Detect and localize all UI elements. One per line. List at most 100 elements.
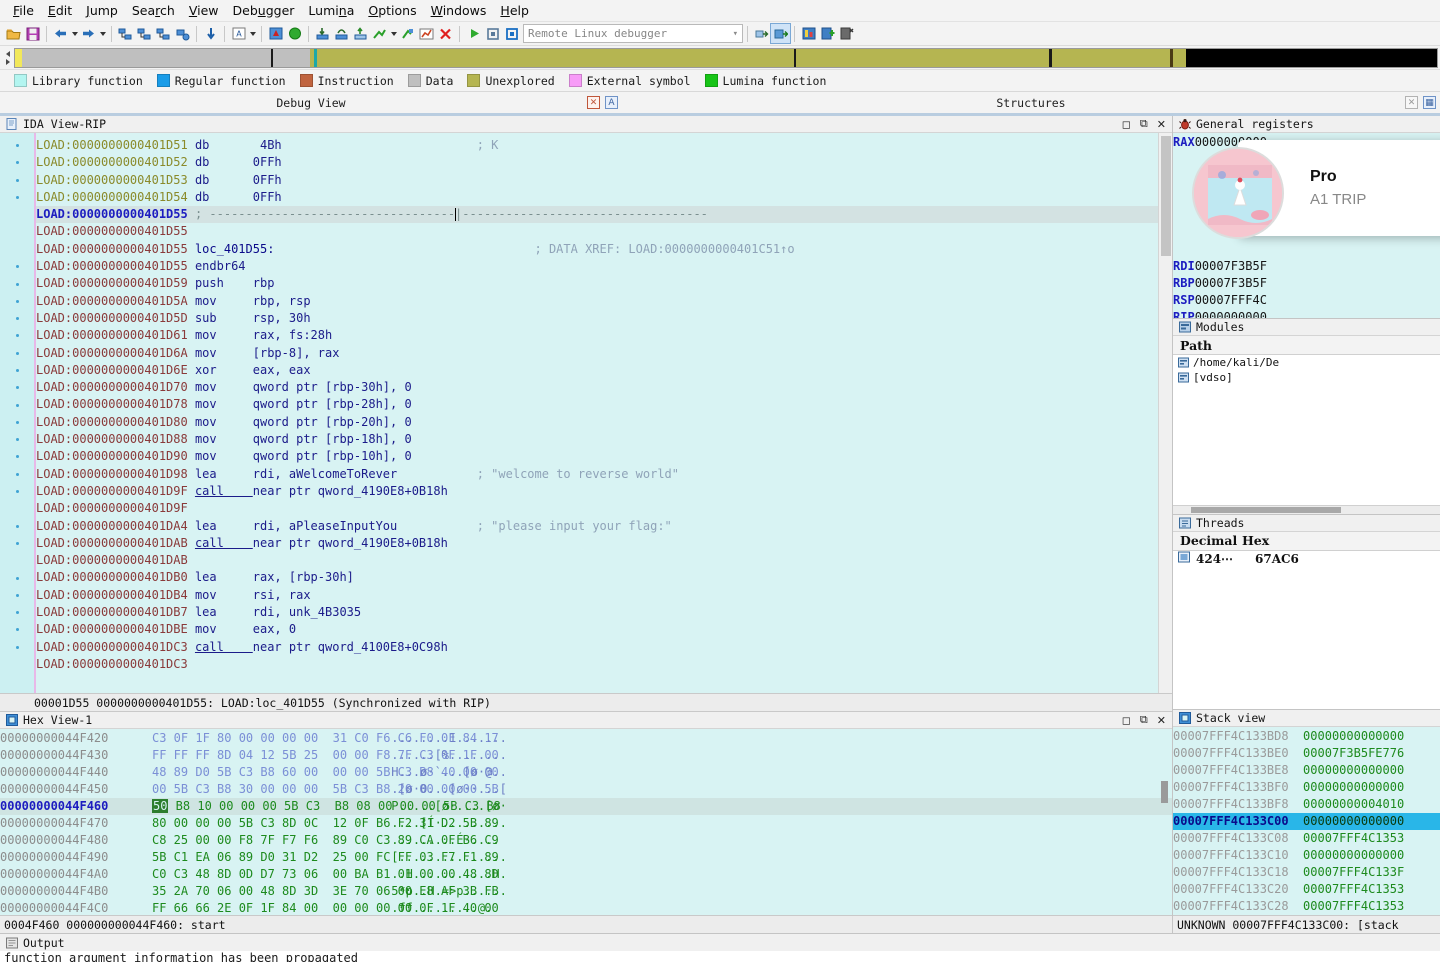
navband-segment[interactable] bbox=[796, 48, 1050, 67]
disasm-operands[interactable]: qword ptr [rbp-28h], 0 bbox=[253, 397, 477, 411]
hex-bytes[interactable]: FF FF FF 8D 04 12 5B 25 00 00 F8 7F C3 0… bbox=[152, 747, 499, 764]
hex-row[interactable]: 00000000044F4B0 35 2A 70 06 00 48 8D 3D 3… bbox=[0, 883, 1172, 900]
graph-icon-1[interactable] bbox=[116, 24, 135, 43]
stop-square-icon[interactable] bbox=[502, 24, 521, 43]
register-row[interactable]: RSP00007FFF4C bbox=[1173, 292, 1440, 309]
register-value[interactable]: 00007FFF4C bbox=[1195, 293, 1267, 307]
text-mode-dropdown-icon[interactable] bbox=[248, 24, 257, 43]
stack-row[interactable]: 00007FFF4C133BE8 00000000000000 bbox=[1173, 762, 1440, 779]
hex-scrollbar[interactable] bbox=[1161, 781, 1168, 803]
disasm-line[interactable]: LOAD:0000000000401DB4 mov rsi, rax bbox=[36, 587, 1172, 604]
stack-value[interactable]: 00000000004010 bbox=[1303, 797, 1404, 811]
restore-icon[interactable]: ◻ bbox=[1122, 118, 1131, 131]
disasm-line[interactable]: LOAD:0000000000401D55 loc_401D55: ; DATA… bbox=[36, 241, 1172, 258]
modules-hscrollbar[interactable] bbox=[1173, 504, 1440, 514]
stack-value[interactable]: 00000000000000 bbox=[1303, 848, 1404, 862]
hex-bytes[interactable]: 00 5B C3 B8 30 00 00 00 5B C3 B8 20 00 0… bbox=[152, 781, 499, 798]
register-value[interactable]: 00007F3B5F bbox=[1195, 276, 1267, 290]
disasm-line[interactable]: LOAD:0000000000401D88 mov qword ptr [rbp… bbox=[36, 431, 1172, 448]
stack-value[interactable]: 00007F3B5FE776 bbox=[1303, 746, 1404, 760]
play-icon[interactable] bbox=[464, 24, 483, 43]
hex-lines[interactable]: 00000000044F420 C3 0F 1F 80 00 00 00 00 3… bbox=[0, 729, 1172, 915]
menu-item-lumina[interactable]: Lumina bbox=[301, 1, 361, 20]
pause-icon[interactable] bbox=[483, 24, 502, 43]
threads-column-header[interactable]: Decimal Hex bbox=[1173, 531, 1440, 551]
stack-row[interactable]: 00007FFF4C133BE0 00007F3B5FE776 bbox=[1173, 745, 1440, 762]
disasm-operands[interactable]: 0FFh bbox=[253, 155, 477, 169]
disasm-operands[interactable]: rax, fs:28h bbox=[253, 328, 477, 342]
menu-item-file[interactable]: File bbox=[6, 1, 41, 20]
stack-row[interactable]: 00007FFF4C133BF8 00000000004010 bbox=[1173, 796, 1440, 813]
hex-row[interactable]: 00000000044F450 00 5B C3 B8 30 00 00 00 5… bbox=[0, 781, 1172, 798]
disasm-operands[interactable]: [rbp-8], rax bbox=[253, 346, 477, 360]
hex-row[interactable]: 00000000044F470 80 00 00 00 5B C3 8D 0C 1… bbox=[0, 815, 1172, 832]
disasm-operands[interactable]: rsi, rax bbox=[253, 588, 477, 602]
hex-bytes[interactable]: FF 66 66 2E 0F 1F 84 00 00 00 00 00 0F 1… bbox=[152, 900, 499, 915]
hex-bytes[interactable]: C0 C3 48 8D 0D D7 73 06 00 BA B1 01 00 0… bbox=[152, 866, 499, 883]
struct-icon-1[interactable] bbox=[799, 24, 818, 43]
disasm-operands[interactable]: rdi, aWelcomeToRever bbox=[253, 467, 477, 481]
navband-segment[interactable] bbox=[273, 48, 311, 67]
disasm-operands[interactable]: rdi, aPleaseInputYou bbox=[253, 519, 477, 533]
structures-icon[interactable]: ▦ bbox=[1423, 96, 1436, 109]
stack-lines[interactable]: 00007FFF4C133BD8 00000000000000 00007FFF4… bbox=[1173, 727, 1440, 915]
disasm-line[interactable]: LOAD:0000000000401D9F call near ptr qwor… bbox=[36, 483, 1172, 500]
disasm-line[interactable]: LOAD:0000000000401DBE mov eax, 0 bbox=[36, 621, 1172, 638]
debugger-select[interactable]: Remote Linux debugger ▾ bbox=[523, 24, 743, 43]
menu-item-options[interactable]: Options bbox=[361, 1, 423, 20]
close-icon[interactable]: ✕ bbox=[1405, 96, 1418, 109]
hex-row[interactable]: 00000000044F440 48 89 D0 5B C3 B8 60 00 0… bbox=[0, 764, 1172, 781]
stack-row[interactable]: 00007FFF4C133C00 00000000000000 bbox=[1173, 813, 1440, 830]
modules-column-header[interactable]: Path bbox=[1173, 336, 1440, 355]
hex-row[interactable]: 00000000044F490 5B C1 EA 06 89 D0 31 D2 2… bbox=[0, 849, 1172, 866]
chart-icon[interactable] bbox=[417, 24, 436, 43]
module-row[interactable]: [vdso] bbox=[1173, 370, 1440, 385]
hex-bytes[interactable]: C8 25 00 00 F8 7F F7 F6 89 C0 C3 89 CA 0… bbox=[152, 832, 499, 849]
stack-row[interactable]: 00007FFF4C133C28 00007FFF4C1353 bbox=[1173, 898, 1440, 915]
disasm-line[interactable]: LOAD:0000000000401D9F bbox=[36, 500, 1172, 517]
back-dropdown-icon[interactable] bbox=[70, 24, 79, 43]
step-over-icon[interactable] bbox=[332, 24, 351, 43]
disasm-line[interactable]: LOAD:0000000000401D55 ; ----------------… bbox=[36, 206, 1172, 224]
hex-bytes[interactable]: 5B C1 EA 06 89 D0 31 D2 25 00 FC FF 03 F… bbox=[152, 849, 499, 866]
stack-value[interactable]: 00007FFF4C1353 bbox=[1303, 899, 1404, 913]
disasm-line[interactable]: LOAD:0000000000401D51 db 4Bh ; K bbox=[36, 137, 1172, 154]
disasm-operands[interactable]: 4Bh bbox=[253, 138, 477, 152]
navband-right-arrow-icon[interactable] bbox=[6, 58, 10, 65]
disasm-operands[interactable]: near ptr qword_4190E8+0B18h bbox=[253, 536, 477, 550]
navband-segment[interactable] bbox=[1185, 48, 1437, 67]
navband-segment[interactable] bbox=[15, 48, 23, 67]
attach-icon[interactable] bbox=[398, 24, 417, 43]
struct-icon-3[interactable] bbox=[837, 24, 856, 43]
disasm-line[interactable]: LOAD:0000000000401D61 mov rax, fs:28h bbox=[36, 327, 1172, 344]
disasm-line[interactable]: LOAD:0000000000401D52 db 0FFh bbox=[36, 154, 1172, 171]
disasm-line[interactable]: LOAD:0000000000401D55 bbox=[36, 223, 1172, 240]
menu-item-search[interactable]: Search bbox=[125, 1, 182, 20]
text-mode-icon[interactable]: A bbox=[229, 24, 248, 43]
step-out-icon[interactable] bbox=[351, 24, 370, 43]
disasm-operands[interactable]: qword ptr [rbp-10h], 0 bbox=[253, 449, 477, 463]
stack-value[interactable]: 00000000000000 bbox=[1303, 763, 1404, 777]
notification-popup[interactable]: Pro A1 TRIP bbox=[1192, 140, 1440, 239]
thread-row[interactable]: 424⋯ 67AC6 bbox=[1173, 551, 1440, 567]
stop-icon[interactable] bbox=[436, 24, 455, 43]
modules-list[interactable]: Path /home/kali/De [vdso] bbox=[1173, 336, 1440, 505]
menu-item-help[interactable]: Help bbox=[493, 1, 536, 20]
stack-value[interactable]: 00007FFF4C1353 bbox=[1303, 882, 1404, 896]
step-into-icon[interactable] bbox=[313, 24, 332, 43]
navband-segment[interactable] bbox=[1052, 48, 1171, 67]
stack-value[interactable]: 00000000000000 bbox=[1303, 780, 1404, 794]
disasm-line[interactable]: LOAD:0000000000401D5D sub rsp, 30h bbox=[36, 310, 1172, 327]
hex-selected-byte[interactable]: 50 bbox=[152, 799, 169, 813]
stack-value[interactable]: 00000000000000 bbox=[1303, 729, 1404, 743]
attach-process-icon[interactable] bbox=[770, 23, 791, 44]
detach-icon[interactable] bbox=[752, 24, 771, 43]
stack-row[interactable]: 00007FFF4C133C08 00007FFF4C1353 bbox=[1173, 830, 1440, 847]
disasm-line[interactable]: LOAD:0000000000401D80 mov qword ptr [rbp… bbox=[36, 414, 1172, 431]
menu-item-jump[interactable]: Jump bbox=[79, 1, 125, 20]
disasm-line[interactable]: LOAD:0000000000401DAB bbox=[36, 552, 1172, 569]
close-icon[interactable]: ✕ bbox=[1157, 714, 1166, 727]
forward-dropdown-icon[interactable] bbox=[98, 24, 107, 43]
hex-bytes[interactable]: 35 2A 70 06 00 48 8D 3D 3E 70 06 00 E8 A… bbox=[152, 883, 499, 900]
disasm-operands[interactable]: rbp, rsp bbox=[253, 294, 477, 308]
